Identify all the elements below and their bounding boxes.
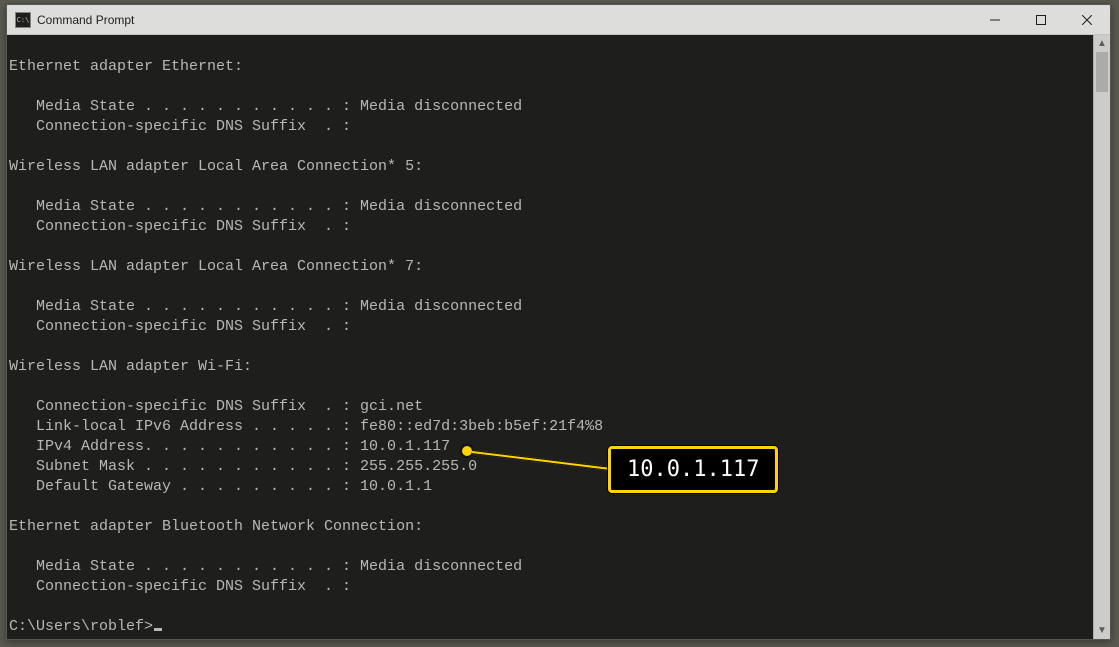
titlebar[interactable]: C:\ Command Prompt xyxy=(7,5,1110,35)
prompt-line[interactable]: C:\Users\roblef> xyxy=(9,618,153,635)
scroll-up-button[interactable]: ▲ xyxy=(1094,35,1110,52)
cmd-icon: C:\ xyxy=(15,12,31,28)
scroll-thumb[interactable] xyxy=(1096,52,1108,92)
minimize-button[interactable] xyxy=(972,5,1018,35)
maximize-button[interactable] xyxy=(1018,5,1064,35)
titlebar-controls xyxy=(972,5,1110,34)
command-prompt-window: C:\ Command Prompt Ethernet adapter Ethe… xyxy=(6,4,1111,640)
window-title: Command Prompt xyxy=(37,13,134,27)
callout-text: 10.0.1.117 xyxy=(627,457,759,482)
cursor xyxy=(154,628,162,631)
callout-box: 10.0.1.117 xyxy=(608,446,778,493)
scroll-down-button[interactable]: ▼ xyxy=(1094,622,1110,639)
console-output[interactable]: Ethernet adapter Ethernet: Media State .… xyxy=(7,35,1093,639)
vertical-scrollbar[interactable]: ▲ ▼ xyxy=(1093,35,1110,639)
scroll-track[interactable] xyxy=(1094,52,1110,622)
close-button[interactable] xyxy=(1064,5,1110,35)
client-area: Ethernet adapter Ethernet: Media State .… xyxy=(7,35,1110,639)
